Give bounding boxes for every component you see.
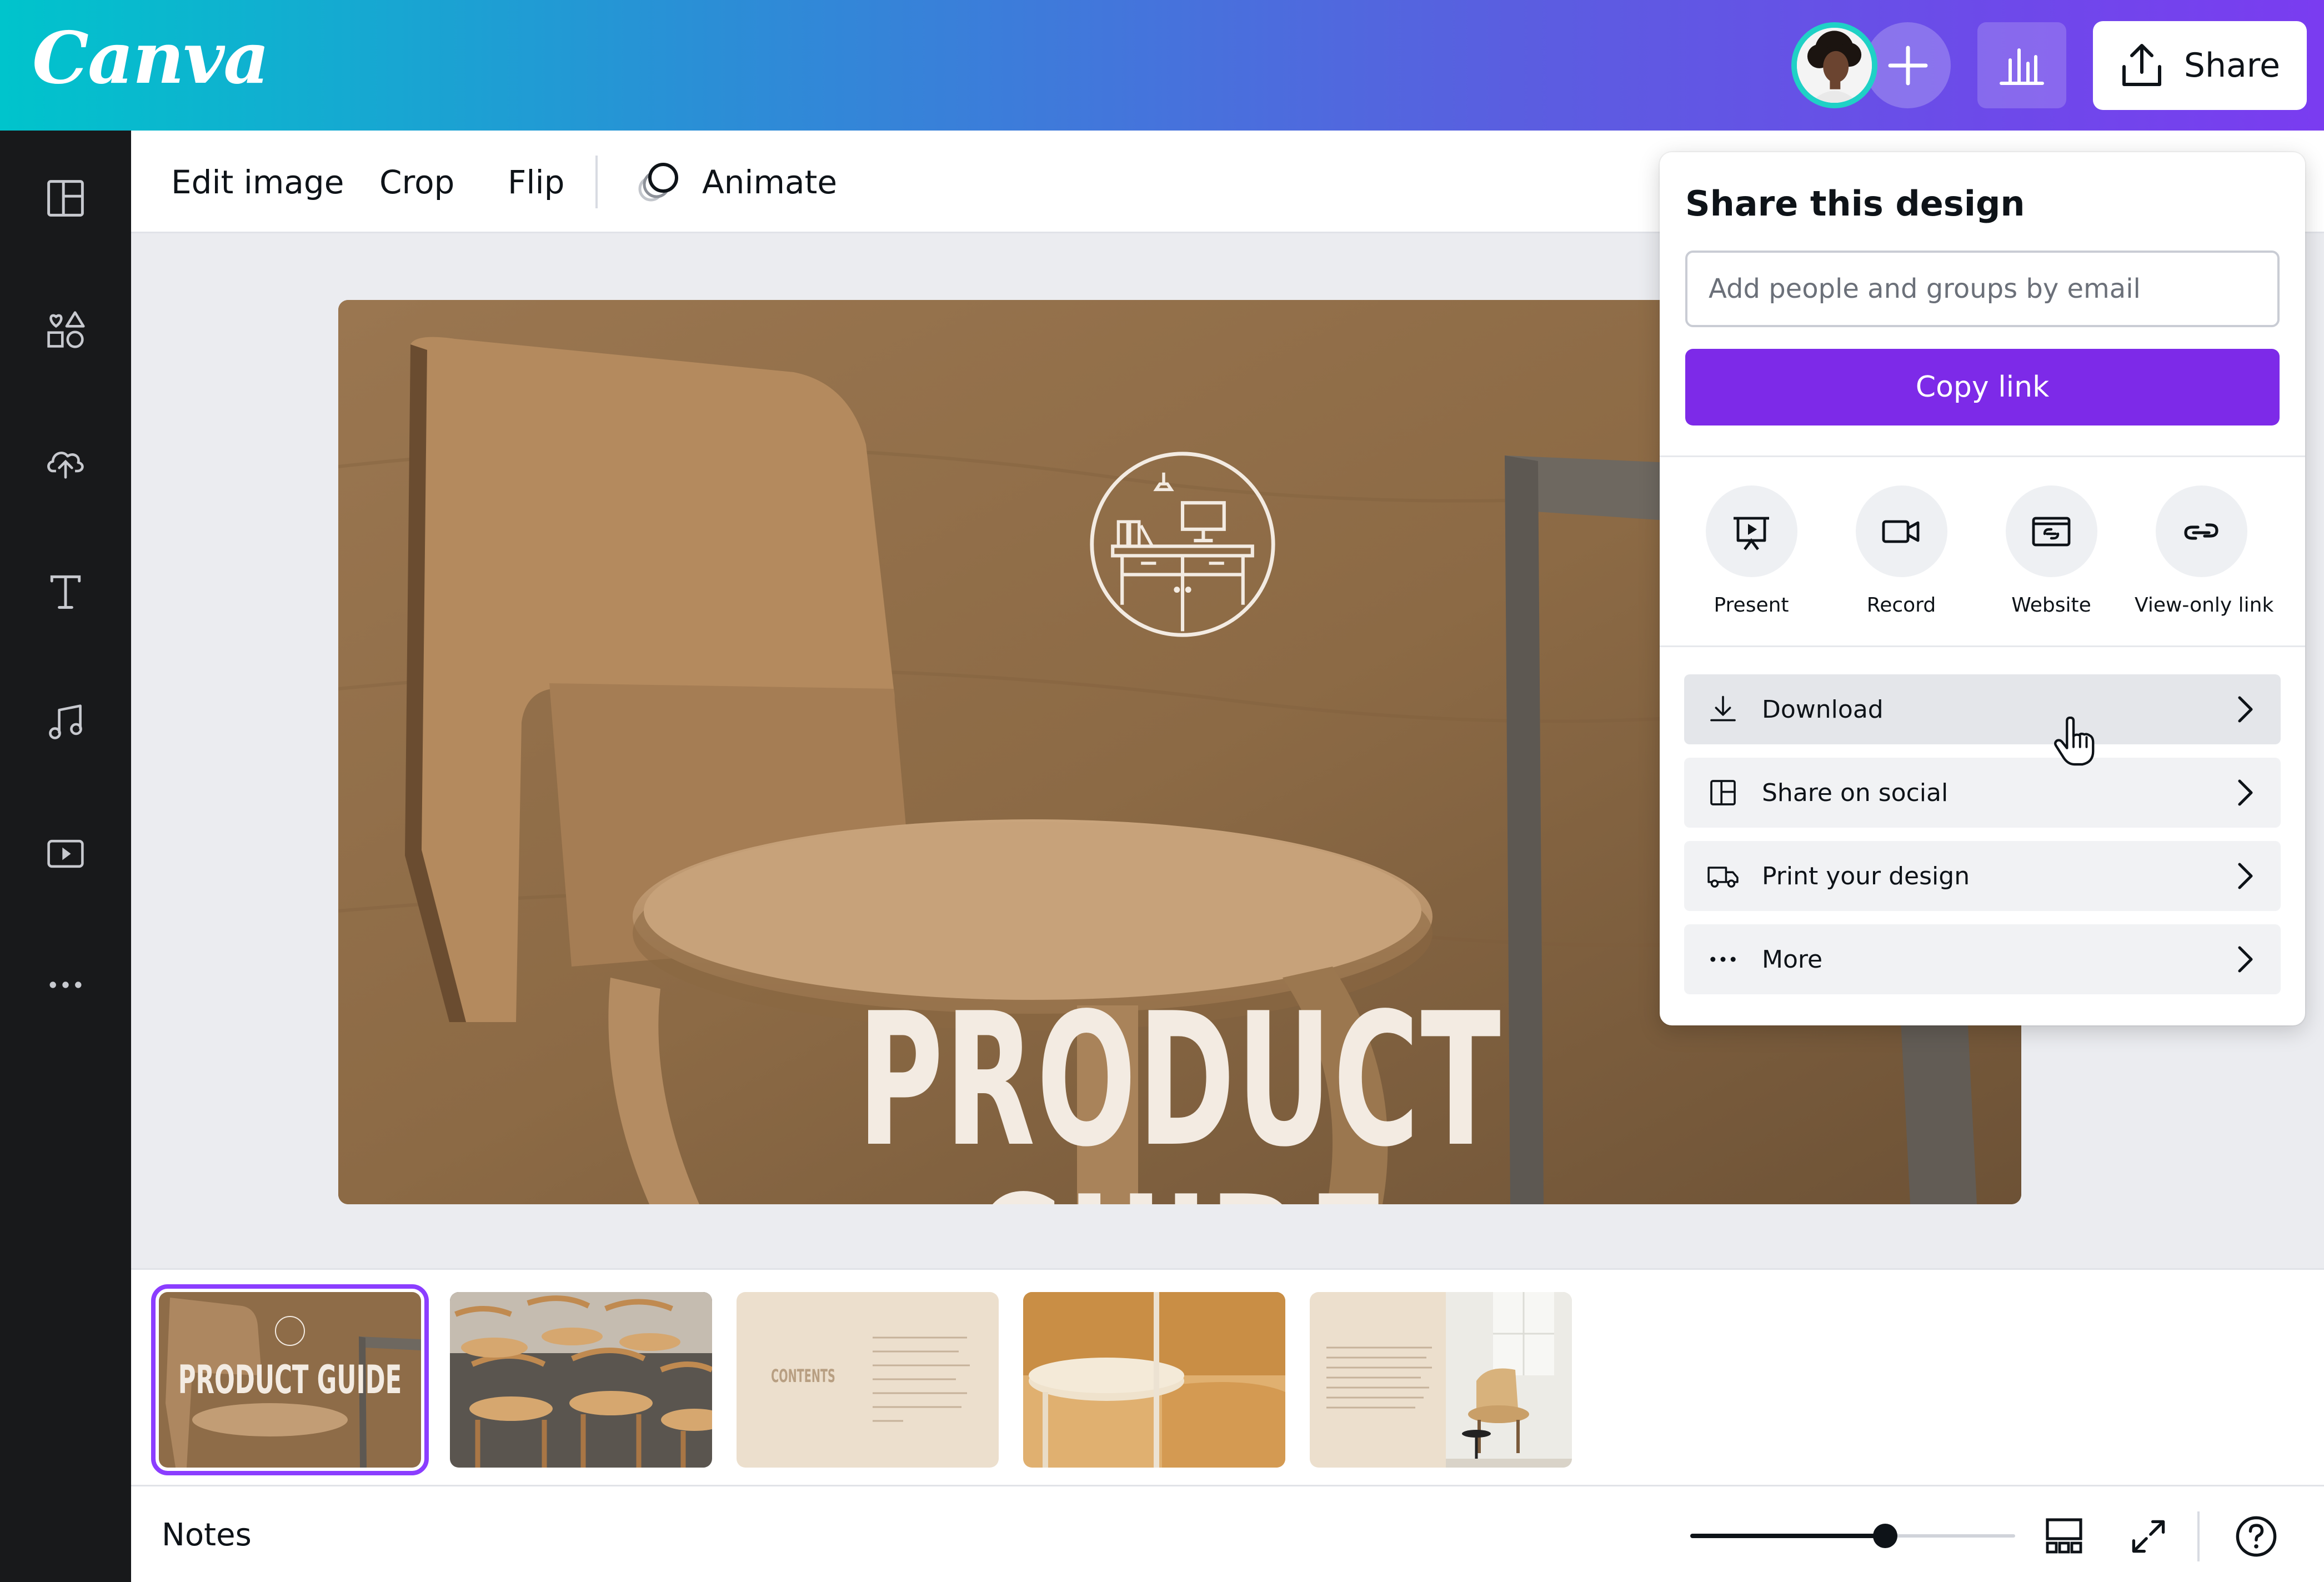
add-collaborator-button[interactable] bbox=[1865, 22, 1951, 108]
page-thumbnail-4[interactable] bbox=[1023, 1292, 1285, 1468]
view-only-link-button[interactable] bbox=[2155, 485, 2247, 577]
sidebar-more[interactable] bbox=[43, 963, 88, 1007]
grid-view-icon bbox=[2046, 1518, 2082, 1554]
music-note-icon bbox=[49, 704, 82, 739]
chevron-right-icon bbox=[2238, 946, 2253, 973]
page-thumbnail-1[interactable]: PRODUCT GUIDE bbox=[151, 1284, 429, 1475]
more-label: More bbox=[1762, 945, 1823, 974]
user-avatar-image bbox=[1797, 28, 1872, 103]
avatar[interactable] bbox=[1791, 22, 1877, 108]
bar-chart-icon bbox=[2000, 48, 2044, 85]
thumb-5-interior-page bbox=[1310, 1292, 1572, 1468]
canva-logo[interactable]: Canva bbox=[32, 17, 269, 100]
flip-button[interactable]: Flip bbox=[508, 131, 564, 233]
present-label: Present bbox=[1714, 594, 1789, 617]
record-button[interactable] bbox=[1855, 485, 1947, 577]
view-only-link-label: View-only link bbox=[2135, 594, 2274, 617]
more-row[interactable]: More bbox=[1684, 924, 2281, 994]
share-panel-title: Share this design bbox=[1685, 183, 2025, 224]
insights-button[interactable] bbox=[1977, 22, 2066, 108]
sidebar-templates[interactable] bbox=[43, 176, 88, 221]
link-icon bbox=[2184, 523, 2218, 540]
email-input[interactable] bbox=[1685, 251, 2280, 327]
top-bar: Canva Share bbox=[0, 0, 2324, 131]
elements-icon bbox=[47, 311, 85, 348]
more-icon bbox=[1706, 943, 1740, 976]
share-panel: Share this design Copy link Present Reco… bbox=[1660, 152, 2305, 1025]
website-icon bbox=[2032, 517, 2071, 546]
share-on-social-row[interactable]: Share on social bbox=[1684, 758, 2281, 828]
sidebar-audio[interactable] bbox=[43, 700, 88, 745]
help-icon bbox=[2236, 1516, 2277, 1557]
hand-pointer-cursor-icon bbox=[2054, 717, 2095, 766]
thumb-4-side-table-image bbox=[1023, 1292, 1285, 1468]
view-only-link-option[interactable]: View-only link bbox=[2135, 485, 2274, 617]
grid-view-button[interactable] bbox=[2041, 1513, 2087, 1560]
thumb-1-image: PRODUCT GUIDE bbox=[159, 1292, 421, 1468]
sidebar-videos[interactable] bbox=[43, 832, 88, 876]
upload-icon bbox=[2122, 44, 2161, 86]
thumb-3-contents-page: CONTENTS bbox=[737, 1292, 999, 1468]
sidebar-text[interactable] bbox=[43, 569, 88, 614]
bottom-bar: Notes bbox=[131, 1485, 2324, 1582]
chevron-right-icon bbox=[2238, 696, 2253, 723]
sidebar-uploads[interactable] bbox=[43, 438, 88, 483]
fullscreen-button[interactable] bbox=[2125, 1513, 2172, 1560]
chevron-right-icon bbox=[2238, 779, 2253, 806]
page-thumbnail-5[interactable] bbox=[1310, 1292, 1572, 1468]
slide-title[interactable]: PRODUCT GUIDE bbox=[641, 989, 1718, 1204]
thumb-1-title: PRODUCT GUIDE bbox=[178, 1357, 402, 1403]
present-option[interactable]: Present bbox=[1685, 485, 1818, 617]
notes-button[interactable]: Notes bbox=[162, 1486, 252, 1582]
page-thumbnail-3[interactable]: CONTENTS bbox=[737, 1292, 999, 1468]
sidebar-elements[interactable] bbox=[43, 307, 88, 352]
panel-divider bbox=[1660, 455, 2305, 457]
website-label: Website bbox=[2011, 594, 2091, 617]
text-icon bbox=[50, 575, 81, 609]
website-option[interactable]: Website bbox=[1985, 485, 2118, 617]
copy-link-button[interactable]: Copy link bbox=[1685, 349, 2280, 425]
share-button-label: Share bbox=[2183, 46, 2281, 85]
record-option[interactable]: Record bbox=[1835, 485, 1968, 617]
animate-label: Animate bbox=[702, 163, 838, 201]
animate-button[interactable]: Animate bbox=[637, 131, 837, 233]
animate-icon bbox=[638, 162, 678, 201]
toolbar-divider bbox=[595, 156, 598, 208]
bottom-divider bbox=[2197, 1511, 2200, 1561]
record-icon bbox=[1882, 520, 1920, 543]
zoom-slider-handle[interactable] bbox=[1873, 1524, 1897, 1548]
video-icon bbox=[47, 839, 84, 868]
chevron-right-icon bbox=[2238, 863, 2253, 889]
left-sidebar bbox=[0, 131, 131, 1582]
templates-icon bbox=[47, 180, 84, 217]
cloud-upload-icon bbox=[47, 452, 84, 479]
print-your-design-label: Print your design bbox=[1762, 862, 1970, 890]
help-button[interactable] bbox=[2233, 1513, 2280, 1560]
present-icon bbox=[1734, 517, 1769, 550]
share-on-social-label: Share on social bbox=[1762, 778, 1949, 807]
social-icon bbox=[1706, 776, 1740, 809]
download-icon bbox=[1706, 693, 1740, 726]
website-button[interactable] bbox=[2005, 485, 2097, 577]
present-button[interactable] bbox=[1705, 485, 1797, 577]
page-filmstrip: PRODUCT GUIDE CONTENTS bbox=[131, 1268, 2324, 1485]
more-dots-icon bbox=[49, 982, 82, 988]
expand-icon bbox=[2132, 1520, 2165, 1553]
print-your-design-row[interactable]: Print your design bbox=[1684, 841, 2281, 911]
truck-icon bbox=[1706, 859, 1740, 893]
panel-divider bbox=[1660, 645, 2305, 647]
thumb-3-title: CONTENTS bbox=[771, 1366, 835, 1386]
download-label: Download bbox=[1762, 695, 1884, 724]
edit-image-button[interactable]: Edit image bbox=[171, 131, 344, 233]
record-label: Record bbox=[1866, 594, 1936, 617]
desk-emblem-icon bbox=[1090, 452, 1275, 637]
download-row[interactable]: Download bbox=[1684, 674, 2281, 744]
thumb-2-chairs-image bbox=[450, 1292, 712, 1468]
share-button[interactable]: Share bbox=[2093, 21, 2307, 110]
crop-button[interactable]: Crop bbox=[379, 131, 454, 233]
page-thumbnail-2[interactable] bbox=[450, 1292, 712, 1468]
zoom-slider-fill bbox=[1690, 1534, 1885, 1538]
plus-icon bbox=[1888, 46, 1927, 85]
